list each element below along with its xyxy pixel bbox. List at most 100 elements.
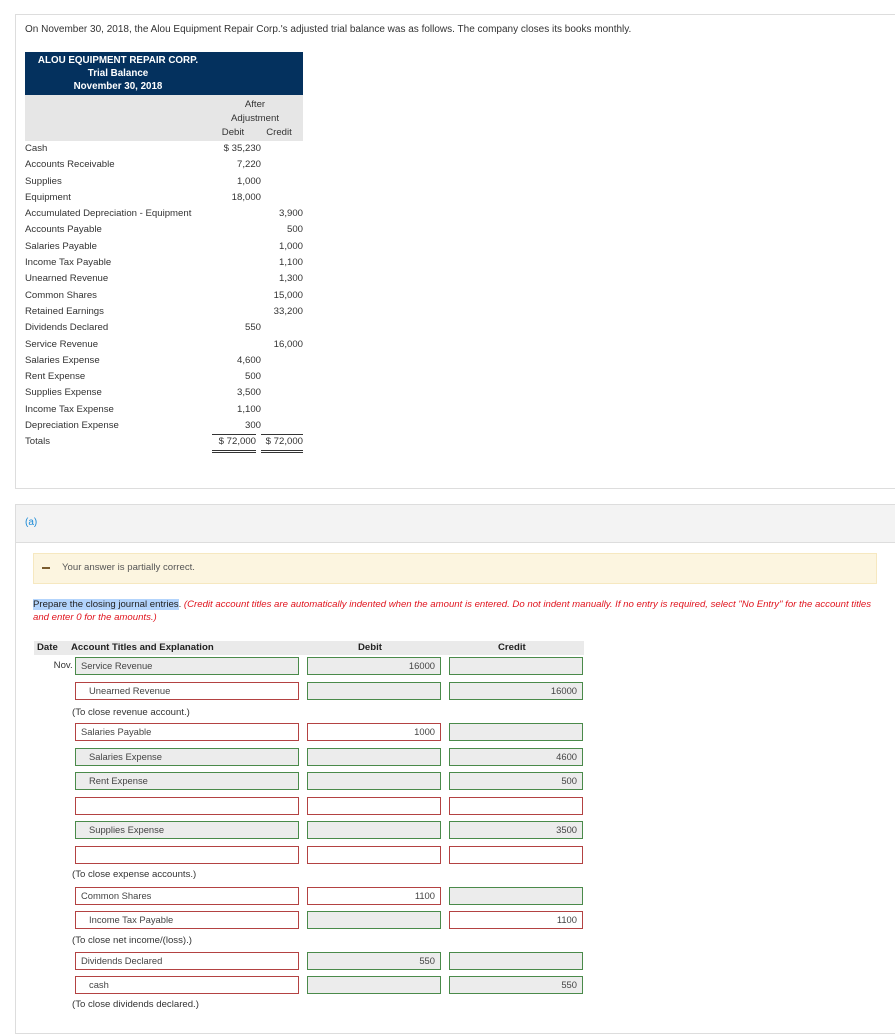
trial-balance-row: Cash $ 35,230	[25, 141, 303, 157]
account-name: Accounts Payable	[25, 224, 102, 236]
credit-input[interactable]: 1100	[449, 911, 583, 929]
account-title-field[interactable]: Rent Expense	[75, 772, 299, 790]
debit-amount: 4,600	[236, 354, 261, 366]
totals-label: Totals	[25, 436, 51, 448]
feedback-banner: Your answer is partially correct.	[33, 553, 877, 584]
debit-input[interactable]: 16000	[307, 657, 441, 675]
account-name: Salaries Payable	[25, 240, 97, 252]
debit-input[interactable]	[307, 911, 441, 929]
account-name: Supplies Expense	[25, 387, 102, 399]
trial-balance-row: Accounts Receivable 7,220	[25, 157, 303, 173]
account-title-field[interactable]: Service Revenue	[75, 657, 299, 675]
debit-amount: 3,500	[236, 387, 261, 399]
col-group-line2: Adjustment	[231, 113, 279, 124]
credit-input[interactable]	[449, 657, 583, 675]
account-title-field[interactable]: Income Tax Payable	[75, 911, 299, 929]
debit-input[interactable]	[307, 772, 441, 790]
account-name: Unearned Revenue	[25, 273, 109, 285]
credit-amount: 33,200	[273, 305, 303, 317]
credit-amount: 1,100	[278, 257, 303, 269]
question-intro: On November 30, 2018, the Alou Equipment…	[25, 24, 632, 35]
note-expense: (To close expense accounts.)	[72, 869, 197, 880]
credit-input[interactable]	[449, 846, 583, 864]
credit-amount: 1,000	[278, 240, 303, 252]
account-title-field[interactable]: Salaries Payable	[75, 723, 299, 741]
column-headers: After Adjustment Debit Credit	[25, 95, 303, 141]
account-name: Salaries Expense	[25, 354, 100, 366]
credit-input[interactable]: 16000	[449, 682, 583, 700]
journal-row: 30Dividends Declared550	[34, 952, 594, 970]
trial-balance-table: ALOU EQUIPMENT REPAIR CORP. Trial Balanc…	[25, 52, 303, 454]
debit-input[interactable]: 1000	[307, 723, 441, 741]
account-name: Cash	[25, 143, 48, 154]
account-title-field[interactable]: Salaries Expense	[75, 748, 299, 766]
debit-amount: 500	[244, 371, 261, 383]
account-title-field[interactable]: cash	[75, 976, 299, 994]
debit-amount: 1,000	[236, 175, 261, 187]
credit-input[interactable]	[449, 887, 583, 905]
debit-input[interactable]: 1100	[307, 887, 441, 905]
credit-amount: 16,000	[273, 338, 303, 350]
account-name: Income Tax Expense	[25, 403, 114, 415]
account-title-field[interactable]: Common Shares	[75, 887, 299, 905]
header-date: Date	[37, 642, 58, 653]
debit-input[interactable]	[307, 976, 441, 994]
debit-input[interactable]	[307, 797, 441, 815]
credit-input[interactable]: 550	[449, 976, 583, 994]
debit-amount: 300	[244, 420, 261, 432]
account-title-field[interactable]: Supplies Expense	[75, 821, 299, 839]
debit-input[interactable]: 550	[307, 952, 441, 970]
debit-header: Debit	[221, 127, 245, 138]
trial-balance-rows: Cash $ 35,230 Accounts Receivable 7,220 Supp…	[25, 141, 303, 434]
trial-balance-row: Accumulated Depreciation - Equipment 3,90…	[25, 206, 303, 222]
debit-input[interactable]	[307, 748, 441, 766]
account-name: Common Shares	[25, 289, 97, 301]
debit-amount: 7,220	[236, 159, 261, 171]
account-title-field[interactable]	[75, 797, 299, 815]
instructions: Prepare the closing journal entries. (Cr…	[33, 598, 873, 624]
debit-amount: $ 35,230	[223, 143, 261, 154]
debit-amount: 1,100	[236, 403, 261, 415]
credit-header: Credit	[266, 127, 292, 138]
trial-balance-row: Income Tax Expense 1,100	[25, 402, 303, 418]
header-debit: Debit	[358, 642, 382, 653]
trial-balance-row: Rent Expense 500	[25, 369, 303, 385]
debit-input[interactable]	[307, 682, 441, 700]
part-a-label[interactable]: (a)	[25, 517, 37, 528]
account-name: Supplies	[25, 175, 62, 187]
credit-input[interactable]: 500	[449, 772, 583, 790]
statement-title: Trial Balance	[87, 68, 149, 79]
journal-row: cash 550	[34, 976, 594, 994]
account-name: Accumulated Depreciation - Equipment	[25, 208, 192, 220]
credit-input[interactable]	[449, 952, 583, 970]
trial-balance-row: Accounts Payable 500	[25, 222, 303, 238]
account-name: Equipment	[25, 191, 71, 203]
header-credit: Credit	[498, 642, 526, 653]
part-a-panel: (a) Your answer is partially correct. Pr…	[15, 504, 895, 1034]
question-panel: On November 30, 2018, the Alou Equipment…	[15, 14, 895, 489]
part-a-header: (a)	[16, 505, 895, 543]
trial-balance-row: Depreciation Expense 300	[25, 418, 303, 434]
debit-input[interactable]	[307, 846, 441, 864]
trial-balance-row: Salaries Expense 4,600	[25, 353, 303, 369]
trial-balance-row: Supplies Expense 3,500	[25, 385, 303, 401]
account-title-field[interactable]: Unearned Revenue	[75, 682, 299, 700]
journal-row: 30Common Shares1100	[34, 887, 594, 905]
credit-input[interactable]: 4600	[449, 748, 583, 766]
debit-input[interactable]	[307, 821, 441, 839]
journal-row: 30Salaries Payable1000	[34, 723, 594, 741]
col-group-line1: After	[244, 99, 266, 110]
trial-balance-row: Retained Earnings 33,200	[25, 304, 303, 320]
trial-balance-header: ALOU EQUIPMENT REPAIR CORP. Trial Balanc…	[25, 52, 303, 95]
credit-amount: 3,900	[278, 208, 303, 220]
account-title-field[interactable]	[75, 846, 299, 864]
trial-balance-row: Income Tax Payable 1,100	[25, 255, 303, 271]
account-title-field[interactable]: Dividends Declared	[75, 952, 299, 970]
account-name: Retained Earnings	[25, 305, 104, 317]
account-name: Dividends Declared	[25, 322, 109, 334]
header-account: Account Titles and Explanation	[71, 642, 214, 653]
credit-input[interactable]	[449, 797, 583, 815]
instruction-main: Prepare the closing journal entries	[33, 599, 179, 610]
credit-input[interactable]: 3500	[449, 821, 583, 839]
credit-input[interactable]	[449, 723, 583, 741]
